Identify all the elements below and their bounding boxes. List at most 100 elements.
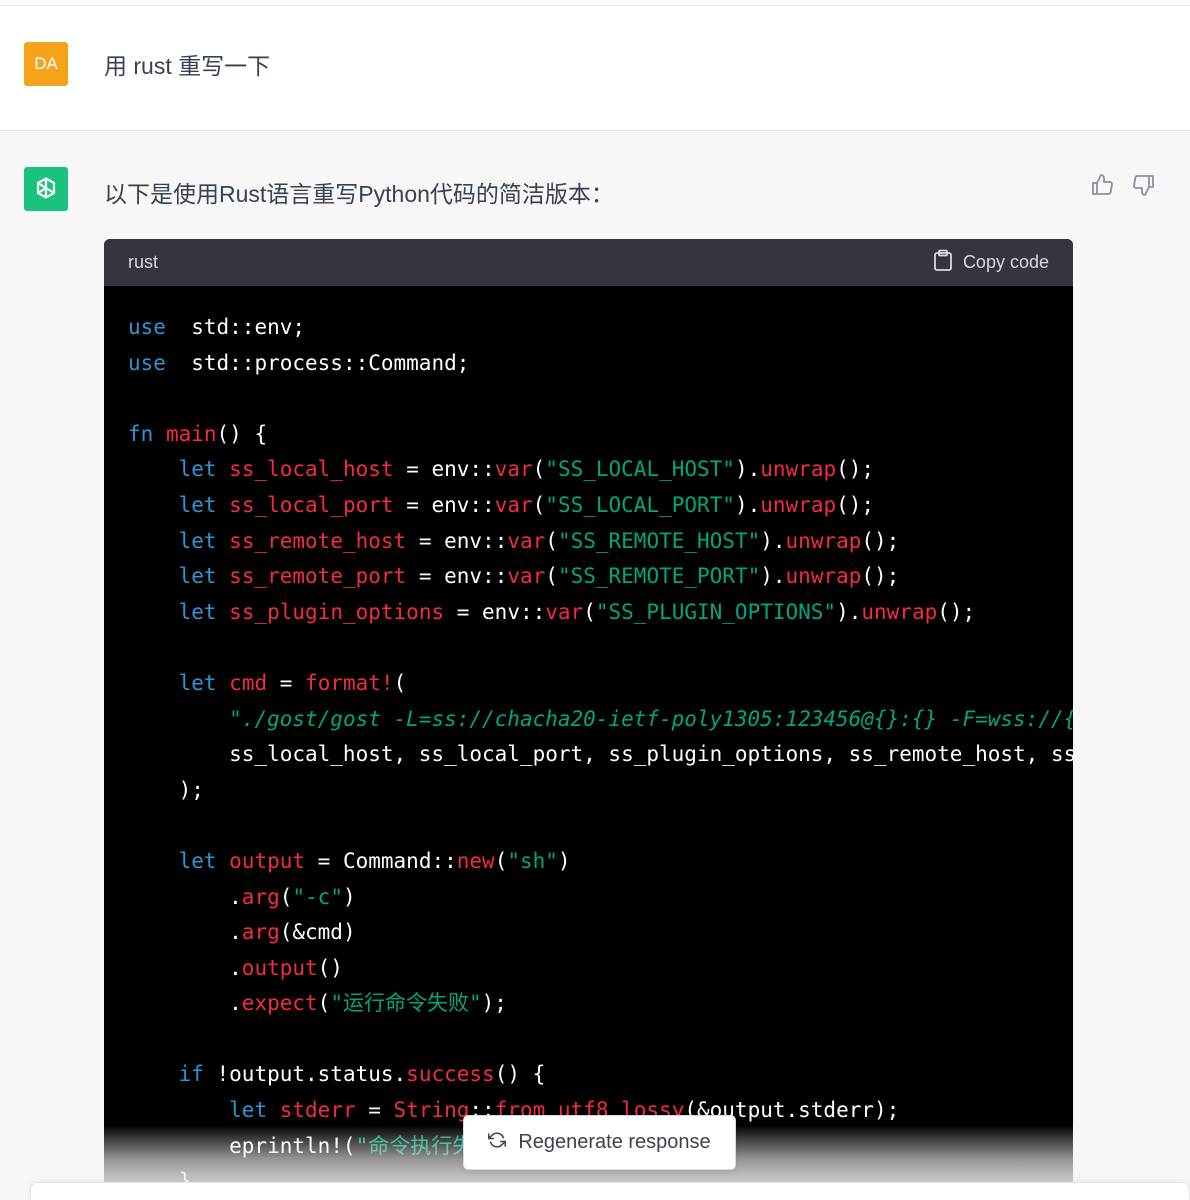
code-token: var xyxy=(545,599,584,624)
code-token: output xyxy=(241,955,318,980)
code-token: (); xyxy=(861,528,900,553)
code-token: expect xyxy=(241,991,318,1016)
code-token: var xyxy=(507,528,546,553)
code-token: let xyxy=(178,492,217,517)
code-line: .arg("-c") xyxy=(128,880,1073,916)
code-line: let ss_plugin_options = env::var("SS_PLU… xyxy=(128,595,1073,631)
code-token: ( xyxy=(545,564,558,589)
refresh-icon xyxy=(488,1131,507,1155)
code-token: cmd xyxy=(229,670,268,695)
code-content: use std::env; use std::process::Command; … xyxy=(104,286,1073,1200)
code-line: let ss_local_port = env::var("SS_LOCAL_P… xyxy=(128,488,1073,524)
code-token: "SS_REMOTE_PORT" xyxy=(557,564,761,589)
code-line: fn main() { xyxy=(128,417,1073,453)
code-token: let xyxy=(178,528,217,553)
code-block: rust Copy code use std::env; use std::pro… xyxy=(104,239,1073,1200)
code-token: unwrap xyxy=(861,599,938,624)
code-token: = xyxy=(267,670,306,695)
code-token: std::env; xyxy=(165,315,306,339)
code-line: .arg(&cmd) xyxy=(128,915,1073,951)
thumbs-up-icon[interactable] xyxy=(1088,171,1116,199)
copy-code-button[interactable]: Copy code xyxy=(933,249,1049,276)
code-token: let xyxy=(178,599,217,624)
code-line: let output = Command::new("sh") xyxy=(128,844,1073,880)
code-token: (); xyxy=(836,492,875,517)
code-token: ( xyxy=(494,848,508,873)
code-token: ( xyxy=(545,528,558,553)
code-token: output xyxy=(229,848,306,873)
code-line: let ss_local_host = env::var("SS_LOCAL_H… xyxy=(128,452,1073,488)
code-token: ) xyxy=(342,884,356,909)
code-token: = env:: xyxy=(393,492,495,517)
code-token: "sh" xyxy=(507,848,558,873)
code-token: . xyxy=(128,991,242,1016)
code-token: ss_remote_port xyxy=(229,564,407,589)
code-token: unwrap xyxy=(785,564,862,589)
code-token: !output.status. xyxy=(203,1062,407,1087)
code-token: ( xyxy=(279,884,293,909)
code-token: fn xyxy=(128,421,154,446)
openai-logo-icon xyxy=(24,167,68,211)
code-token: unwrap xyxy=(760,457,837,482)
code-token: ( xyxy=(583,599,596,624)
code-line: let cmd = format!( xyxy=(128,666,1073,702)
code-token: "运行命令失败" xyxy=(330,991,482,1016)
code-token: new xyxy=(456,848,495,873)
code-token: (); xyxy=(861,564,900,589)
code-token: . xyxy=(128,884,242,909)
code-token: ss_local_port xyxy=(229,492,394,517)
code-line: let ss_remote_host = env::var("SS_REMOTE… xyxy=(128,524,1073,560)
code-token: String xyxy=(393,1098,470,1123)
code-token: ). xyxy=(734,492,761,517)
code-token: (&cmd) xyxy=(279,920,356,945)
code-line: .output() xyxy=(128,951,1073,987)
code-token: ( xyxy=(317,991,331,1016)
code-token: if xyxy=(178,1062,204,1087)
code-token: arg xyxy=(241,920,280,945)
code-token: "-c" xyxy=(292,884,343,909)
code-line: ss_local_host, ss_local_port, ss_plugin_… xyxy=(128,737,1073,773)
regenerate-label: Regenerate response xyxy=(518,1131,711,1153)
code-token: "SS_REMOTE_HOST" xyxy=(557,528,761,553)
code-token: unwrap xyxy=(785,528,862,553)
code-token: ( xyxy=(532,457,546,482)
user-message-text: 用 rust 重写一下 xyxy=(104,53,271,79)
assistant-message-row: 以下是使用Rust语言重写Python代码的简洁版本： rust Copy co… xyxy=(0,131,1190,1200)
code-token: let xyxy=(178,457,217,482)
code-token: ( xyxy=(532,492,546,517)
code-token: format! xyxy=(305,670,394,695)
code-token: () { xyxy=(216,421,268,446)
code-line: ); xyxy=(128,773,1073,809)
code-token: std::process::Command; xyxy=(165,350,470,375)
code-token: let xyxy=(178,670,217,695)
code-token: "SS_PLUGIN_OPTIONS" xyxy=(595,599,837,624)
code-token: ). xyxy=(760,528,786,553)
copy-code-label: Copy code xyxy=(962,252,1049,272)
code-token: (); xyxy=(836,457,875,482)
code-token: . xyxy=(128,955,242,980)
code-token: = env:: xyxy=(444,599,546,624)
code-token: = env:: xyxy=(393,457,495,482)
thumbs-down-icon[interactable] xyxy=(1130,171,1158,199)
code-token: "SS_LOCAL_PORT" xyxy=(545,492,735,517)
code-token: "SS_LOCAL_HOST" xyxy=(545,457,735,482)
message-input[interactable] xyxy=(30,1182,1190,1200)
code-token: let xyxy=(178,848,217,873)
code-token: unwrap xyxy=(760,492,837,517)
code-line: .expect("运行命令失败"); xyxy=(128,986,1073,1022)
regenerate-response-button[interactable]: Regenerate response xyxy=(463,1115,736,1170)
code-token: arg xyxy=(241,884,280,909)
code-line: if !output.status.success() { xyxy=(128,1057,1073,1093)
